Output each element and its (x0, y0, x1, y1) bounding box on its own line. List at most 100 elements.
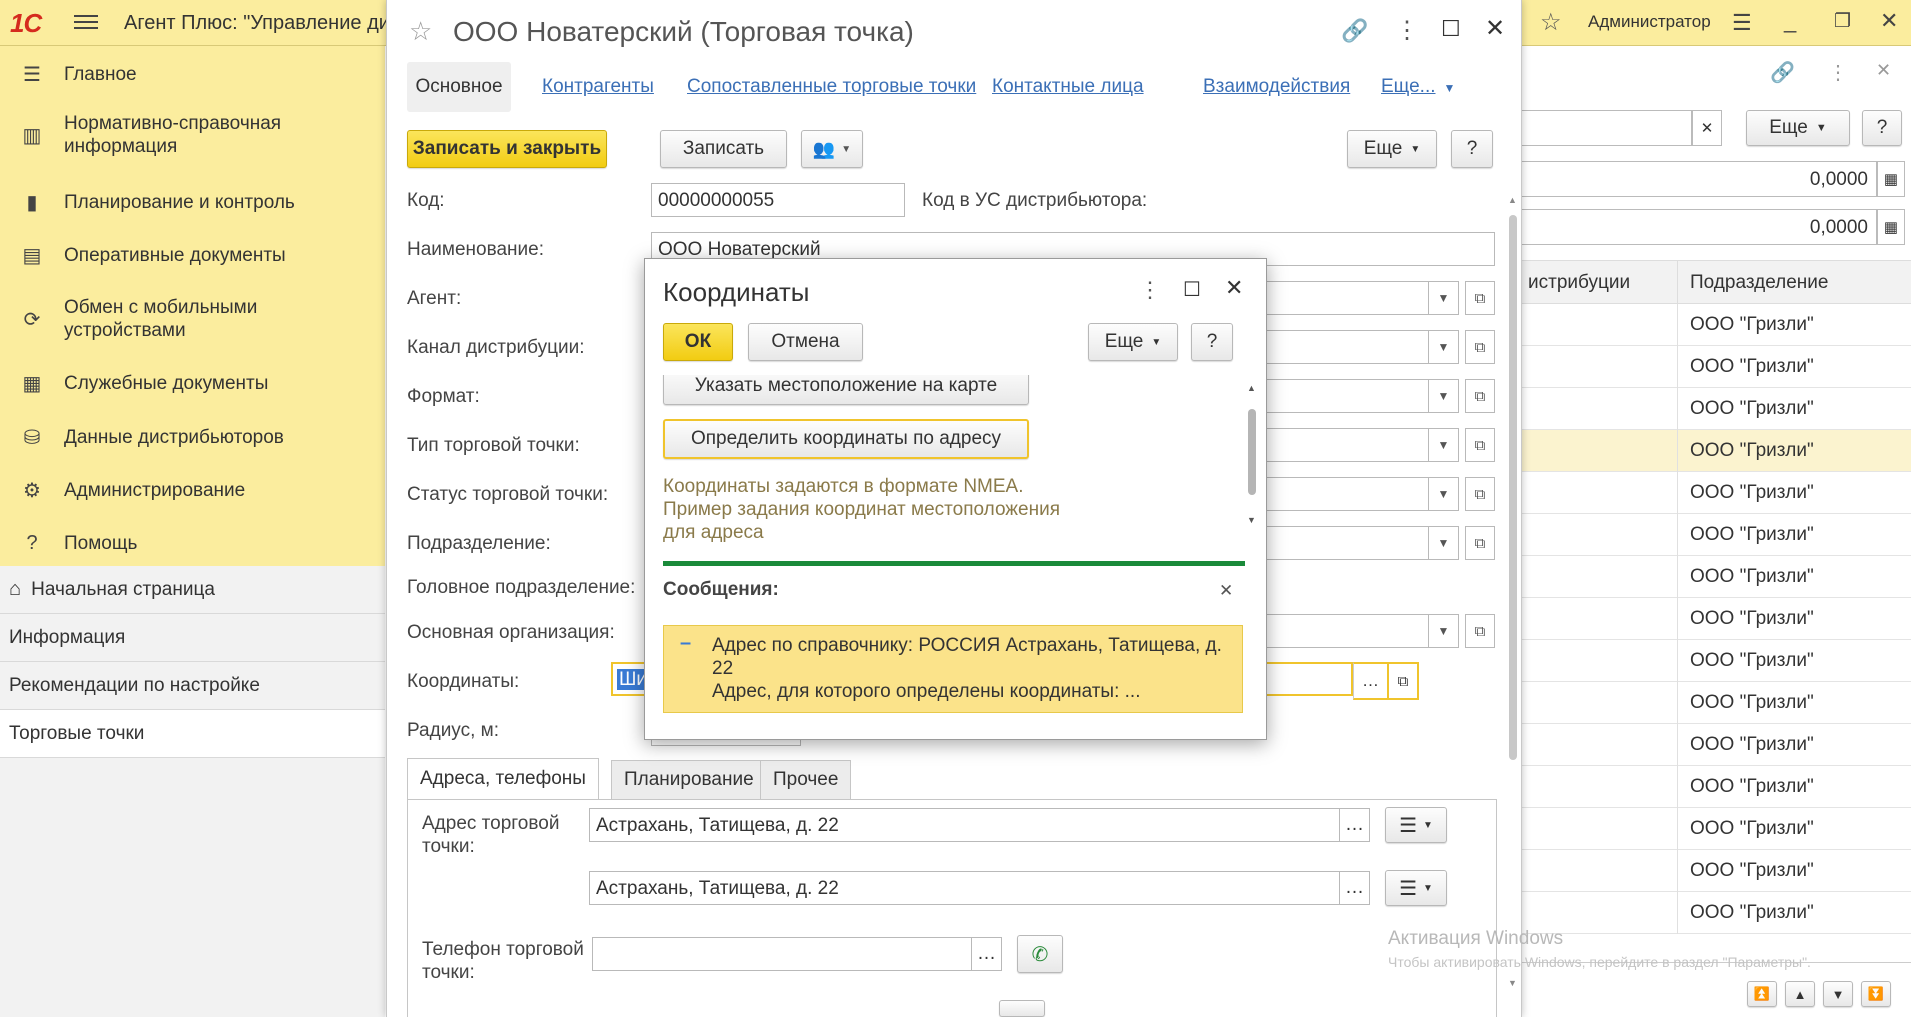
link-icon[interactable]: 🔗 (1770, 60, 1795, 85)
dropdown-arrow-icon[interactable]: ▼ (1429, 281, 1459, 315)
column-header[interactable]: истрибуции (1528, 272, 1630, 294)
form-scrollbar[interactable] (1509, 215, 1517, 760)
open-icon[interactable]: ⧉ (1389, 662, 1419, 700)
save-and-close-button[interactable]: Записать и закрыть (407, 130, 607, 168)
address-menu-button[interactable]: ☰ ▼ (1385, 870, 1447, 906)
clear-search-icon[interactable]: ✕ (1692, 110, 1722, 146)
sidebar-item-operational-docs[interactable]: ▤ Оперативные документы (0, 235, 385, 275)
select-ellipsis-button[interactable]: … (972, 937, 1002, 971)
ok-button[interactable]: ОК (663, 323, 733, 361)
sidebar-item-mobile-exchange[interactable]: ⟳ Обмен с мобильными устройствами (0, 294, 385, 344)
scroll-up-icon[interactable]: ▲ (1247, 383, 1256, 393)
help-button[interactable]: ? (1451, 130, 1493, 168)
tab-more[interactable]: Еще... ▼ (1381, 76, 1455, 98)
user-name[interactable]: Администратор (1588, 12, 1711, 32)
dialog-scrollbar[interactable] (1248, 409, 1256, 495)
table-row[interactable]: ООО "Гризли" (1522, 682, 1911, 724)
close-form-icon[interactable]: ✕ (1485, 14, 1505, 43)
star-icon[interactable]: ☆ (1540, 8, 1562, 37)
sidebar-item-main[interactable]: ☰ Главное (0, 54, 385, 94)
restore-window-icon[interactable]: ❐ (1834, 10, 1851, 33)
find-coords-by-address-button[interactable]: Определить координаты по адресу (663, 419, 1029, 459)
save-button[interactable]: Записать (660, 130, 787, 168)
splitter-bar[interactable] (663, 561, 1245, 566)
sidebar-item-planning[interactable]: ▮ Планирование и контроль (0, 182, 385, 222)
sidebar-item-help[interactable]: ? Помощь (0, 523, 385, 563)
table-row[interactable]: ООО "Гризли" (1522, 808, 1911, 850)
maximize-icon[interactable]: ☐ (1183, 277, 1201, 302)
close-messages-icon[interactable]: ✕ (1219, 581, 1233, 601)
table-row[interactable]: ООО "Гризли" (1522, 850, 1911, 892)
address-field-2[interactable]: Астрахань, Татищева, д. 22 (589, 871, 1340, 905)
minimize-icon[interactable]: _ (1784, 8, 1796, 34)
call-button[interactable]: ✆ (1017, 935, 1063, 973)
table-row[interactable]: ООО "Гризли" (1522, 724, 1911, 766)
sidebar-item-service-docs[interactable]: ▦ Служебные документы (0, 363, 385, 403)
open-icon[interactable]: ⧉ (1465, 379, 1495, 413)
dropdown-arrow-icon[interactable]: ▼ (1429, 477, 1459, 511)
tab-matched-points[interactable]: Сопоставленные торговые точки (687, 76, 976, 98)
nav-trade-points[interactable]: Торговые точки (0, 710, 385, 758)
scroll-down-icon[interactable]: ▼ (1508, 978, 1518, 990)
table-row[interactable]: ООО "Гризли" (1522, 766, 1911, 808)
dropdown-arrow-icon[interactable]: ▼ (1429, 526, 1459, 560)
address-menu-button[interactable]: ☰ ▼ (1385, 807, 1447, 843)
open-icon[interactable]: ⧉ (1465, 477, 1495, 511)
table-row[interactable]: ООО "Гризли" (1522, 304, 1911, 346)
code-field[interactable]: 00000000055 (651, 183, 905, 217)
table-row[interactable]: ООО "Гризли" (1522, 892, 1911, 934)
column-header[interactable]: Подразделение (1690, 272, 1828, 294)
table-row[interactable]: ООО "Гризли" (1522, 472, 1911, 514)
table-row[interactable]: ООО "Гризли" (1522, 514, 1911, 556)
list-help-button[interactable]: ? (1862, 110, 1902, 146)
subtab-other[interactable]: Прочее (760, 760, 852, 800)
calculator-icon[interactable]: ▦ (1877, 161, 1905, 197)
dropdown-arrow-icon[interactable]: ▼ (1429, 379, 1459, 413)
cancel-button[interactable]: Отмена (748, 323, 863, 361)
tab-main[interactable]: Основное (407, 62, 511, 112)
open-icon[interactable]: ⧉ (1465, 330, 1495, 364)
more-vertical-icon[interactable]: ⋮ (1828, 60, 1848, 85)
scroll-down-icon[interactable]: ▼ (1247, 515, 1256, 525)
settings-lines-icon[interactable]: ☰ (1732, 10, 1752, 36)
nav-recommendations[interactable]: Рекомендации по настройке (0, 662, 385, 710)
dropdown-arrow-icon[interactable]: ▼ (1429, 330, 1459, 364)
table-row[interactable]: ООО "Гризли" (1522, 430, 1911, 472)
sidebar-item-reference[interactable]: ▥ Нормативно-справочная информация (0, 110, 385, 160)
table-row[interactable]: ООО "Гризли" (1522, 598, 1911, 640)
maximize-icon[interactable]: ☐ (1441, 16, 1461, 42)
open-icon[interactable]: ⧉ (1465, 526, 1495, 560)
hamburger-menu-icon[interactable] (74, 11, 98, 33)
nav-info[interactable]: Информация (0, 614, 385, 662)
numeric-field-1[interactable]: 0,0000 (1522, 161, 1877, 197)
close-app-icon[interactable]: ✕ (1880, 8, 1898, 34)
more-vertical-icon[interactable]: ⋮ (1139, 277, 1161, 303)
dropdown-arrow-icon[interactable]: ▼ (1429, 614, 1459, 648)
more-button[interactable]: Еще ▼ (1347, 130, 1437, 168)
map-location-button[interactable]: Указать местоположение на карте (663, 375, 1029, 405)
calculator-icon[interactable]: ▦ (1877, 209, 1905, 245)
sidebar-item-distributor-data[interactable]: ⛁ Данные дистрибьюторов (0, 417, 385, 457)
tab-contacts[interactable]: Контактные лица (992, 76, 1144, 98)
close-dialog-icon[interactable]: ✕ (1225, 275, 1243, 301)
table-row[interactable]: ООО "Гризли" (1522, 640, 1911, 682)
dialog-help-button[interactable]: ? (1191, 323, 1233, 361)
dropdown-arrow-icon[interactable]: ▼ (1429, 428, 1459, 462)
table-row[interactable]: ООО "Гризли" (1522, 388, 1911, 430)
select-ellipsis-button[interactable]: … (1340, 871, 1370, 905)
open-icon[interactable]: ⧉ (1465, 281, 1495, 315)
table-row[interactable]: ООО "Гризли" (1522, 346, 1911, 388)
first-page-icon[interactable]: ⏫ (1747, 981, 1777, 1007)
address-field-1[interactable]: Астрахань, Татищева, д. 22 (589, 808, 1340, 842)
numeric-field-2[interactable]: 0,0000 (1522, 209, 1877, 245)
last-page-icon[interactable]: ⏬ (1861, 981, 1891, 1007)
table-row[interactable]: ООО "Гризли" (1522, 556, 1911, 598)
list-more-button[interactable]: Еще ▼ (1746, 110, 1850, 146)
partial-button[interactable] (999, 1000, 1045, 1017)
sidebar-item-administration[interactable]: ⚙ Администрирование (0, 470, 385, 510)
users-action-button[interactable]: 👥 ▼ (801, 130, 863, 168)
select-ellipsis-button[interactable]: … (1340, 808, 1370, 842)
scroll-up-icon[interactable]: ▲ (1508, 195, 1518, 207)
close-list-icon[interactable]: ✕ (1876, 60, 1891, 81)
select-ellipsis-button[interactable]: … (1353, 662, 1389, 700)
